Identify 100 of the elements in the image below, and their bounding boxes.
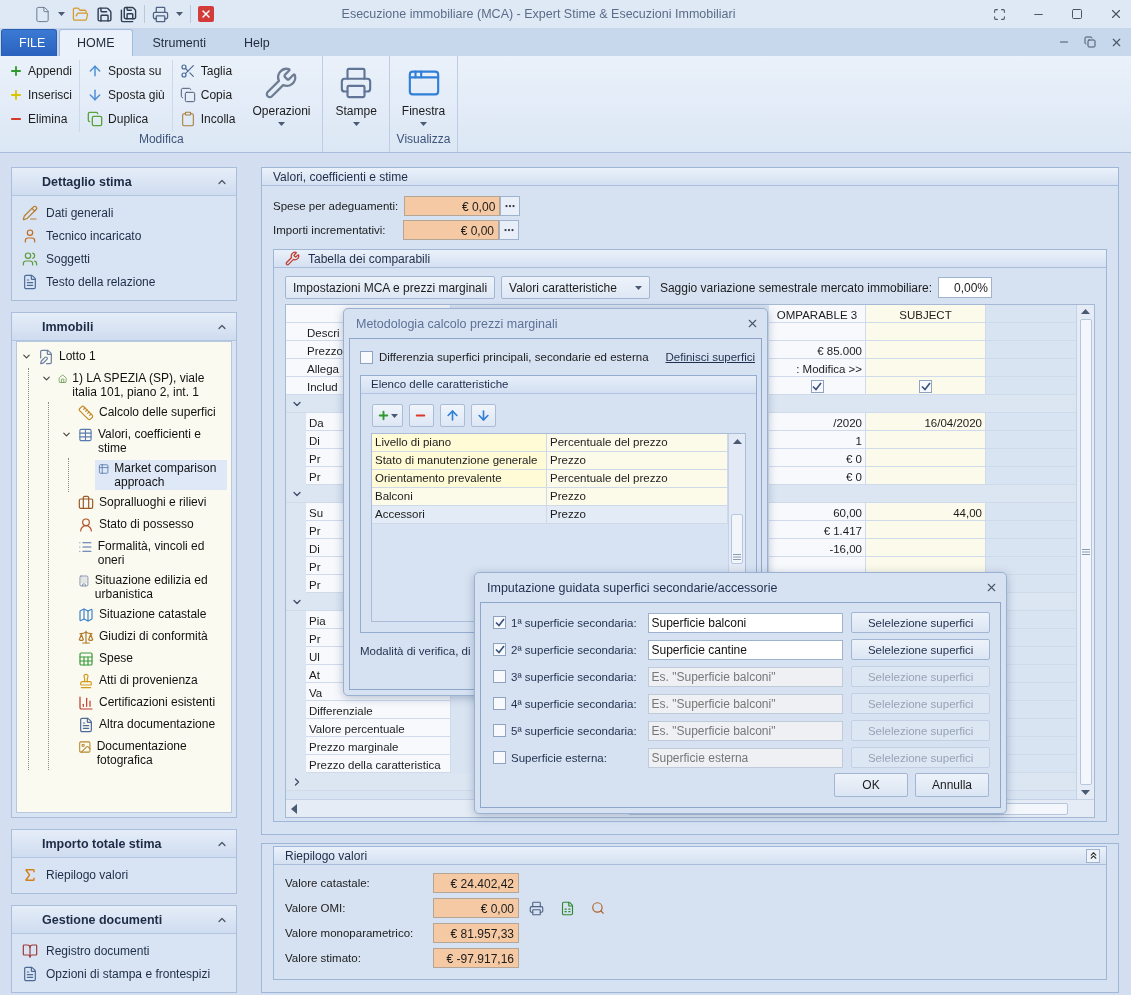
- checkbox[interactable]: [493, 697, 506, 710]
- tree-item[interactable]: Spese: [75, 650, 227, 668]
- list-row[interactable]: Balconi Prezzo: [372, 488, 728, 506]
- ribbon-tab[interactable]: FILE: [1, 29, 57, 56]
- checkbox[interactable]: [493, 751, 506, 764]
- checkbox[interactable]: [493, 724, 506, 737]
- close-icon[interactable]: [746, 317, 759, 330]
- move-down-button[interactable]: [471, 404, 496, 427]
- ribbon-button[interactable]: Incolla: [176, 108, 239, 130]
- sidebar-item[interactable]: Opzioni di stampa e frontespizi: [22, 964, 226, 983]
- tree-item[interactable]: Certificazioni esistenti: [75, 694, 227, 712]
- list-row[interactable]: Livello di piano Percentuale del prezzo: [372, 434, 728, 452]
- ribbon-button[interactable]: Taglia: [176, 60, 239, 82]
- checkbox[interactable]: [360, 350, 373, 364]
- value-field[interactable]: € 0,00: [403, 220, 499, 240]
- input-field[interactable]: 0,00%: [938, 277, 993, 298]
- chevron-down-icon[interactable]: [21, 351, 32, 362]
- scissors-icon: [179, 63, 196, 79]
- chevron-down-icon[interactable]: [41, 373, 52, 384]
- left-arrow-icon[interactable]: [290, 803, 298, 814]
- ribbon-button[interactable]: Finestra: [395, 60, 452, 132]
- list-row[interactable]: Orientamento prevalente Percentuale del prezzo: [372, 470, 728, 488]
- printer-icon[interactable]: [529, 900, 544, 916]
- checkbox[interactable]: [493, 643, 506, 656]
- grip-icon[interactable]: [1081, 549, 1090, 555]
- tree-item[interactable]: Giudizi di conformità: [75, 628, 227, 646]
- add-button[interactable]: [372, 404, 403, 427]
- input-field[interactable]: Superficie balconi: [647, 612, 844, 633]
- collapse-button[interactable]: [1086, 848, 1100, 863]
- tree-item[interactable]: Documentazione fotografica: [75, 738, 227, 768]
- panel-header[interactable]: Dettaglio stima: [12, 168, 236, 196]
- value-field[interactable]: € 0,00: [404, 196, 501, 216]
- close-icon[interactable]: [1109, 7, 1123, 21]
- sidebar-item[interactable]: Registro documenti: [22, 941, 226, 960]
- tree-item[interactable]: Situazione edilizia ed urbanistica: [75, 572, 227, 602]
- maximize-icon[interactable]: [1071, 8, 1083, 20]
- restore-icon[interactable]: [1084, 35, 1096, 49]
- tree-item[interactable]: Formalità, vincoli ed oneri: [75, 538, 227, 568]
- define-surfaces-link[interactable]: Definisci superfici: [665, 351, 755, 363]
- save-icon[interactable]: [96, 5, 113, 23]
- ribbon-button[interactable]: Stampe: [329, 60, 383, 132]
- tree-item[interactable]: Stato di possesso: [75, 516, 227, 534]
- dialog-button[interactable]: Annulla: [915, 773, 989, 797]
- dialog-button[interactable]: OK: [834, 773, 908, 797]
- ribbon-button[interactable]: Sposta su: [84, 60, 168, 82]
- checkbox[interactable]: [810, 380, 824, 393]
- sidebar-item[interactable]: Dati generali: [22, 203, 226, 222]
- tree-item[interactable]: Situazione catastale: [75, 606, 227, 624]
- tree-item[interactable]: Altra documentazione: [75, 716, 227, 734]
- ribbon-button[interactable]: Inserisci: [6, 84, 76, 106]
- input-field[interactable]: Superficie cantine: [647, 639, 844, 660]
- ribbon-tab[interactable]: HOME: [59, 29, 133, 56]
- tree-item[interactable]: Calcolo delle superfici: [75, 404, 227, 422]
- toolbar-button[interactable]: Impostazioni MCA e prezzi marginali: [285, 276, 496, 299]
- magnifier-icon[interactable]: [591, 901, 605, 915]
- grip-icon[interactable]: [733, 554, 741, 560]
- fullscreen-icon[interactable]: [993, 7, 1006, 21]
- checkbox[interactable]: [919, 380, 932, 393]
- sidebar-item[interactable]: Testo della relazione: [22, 272, 226, 291]
- panel-header[interactable]: Immobili: [12, 313, 236, 341]
- close-icon[interactable]: [985, 581, 998, 594]
- sidebar-item[interactable]: Soggetti: [22, 249, 226, 268]
- ribbon-button[interactable]: Elimina: [6, 108, 76, 130]
- ribbon-button[interactable]: Operazioni: [246, 60, 317, 132]
- chevron-down-icon[interactable]: [61, 429, 72, 440]
- tree-item[interactable]: Sopralluoghi e rilievi: [75, 494, 227, 512]
- value-field[interactable]: € -97.917,16: [433, 948, 519, 968]
- tree-item[interactable]: Market comparison approach: [95, 460, 227, 490]
- save-all-icon[interactable]: [120, 5, 137, 23]
- ribbon-button[interactable]: Sposta giù: [84, 84, 168, 106]
- ribbon-tab[interactable]: Help: [226, 29, 288, 56]
- move-up-button[interactable]: [440, 404, 465, 427]
- select-surfaces-button[interactable]: Selelezione superfici: [851, 639, 990, 660]
- sidebar-item[interactable]: Tecnico incaricato: [22, 226, 226, 245]
- checkbox[interactable]: [493, 670, 506, 683]
- value-field[interactable]: € 0,00: [433, 898, 519, 918]
- ribbon-button[interactable]: Appendi: [6, 60, 76, 82]
- panel-header[interactable]: Importo totale stima: [12, 830, 236, 858]
- up-arrow-icon[interactable]: [732, 438, 742, 444]
- value-field[interactable]: € 24.402,42: [433, 873, 519, 893]
- printer-icon[interactable]: [152, 5, 169, 23]
- checkbox[interactable]: [493, 616, 506, 629]
- spreadsheet-icon[interactable]: [560, 900, 575, 916]
- list-row[interactable]: Stato di manutenzione generale Prezzo: [372, 452, 728, 470]
- ribbon-button[interactable]: Duplica: [84, 108, 168, 130]
- panel-header[interactable]: Gestione documenti: [12, 906, 236, 934]
- tree-item[interactable]: Lotto 1: [35, 348, 227, 366]
- tree-item[interactable]: Atti di provenienza: [75, 672, 227, 690]
- scrollbar[interactable]: [1076, 305, 1094, 799]
- select-surfaces-button[interactable]: Selelezione superfici: [851, 612, 990, 633]
- ribbon-tab[interactable]: Strumenti: [134, 29, 224, 56]
- new-file-icon[interactable]: [34, 5, 51, 23]
- value-field[interactable]: € 81.957,33: [433, 923, 519, 943]
- tree-item[interactable]: 1) LA SPEZIA (SP), viale italia 101, piano 2, int. 1: [55, 370, 227, 400]
- tree-item[interactable]: Valori, coefficienti e stime: [75, 426, 227, 456]
- dropdown[interactable]: Valori caratteristiche: [501, 276, 650, 299]
- sidebar-item[interactable]: Riepilogo valori: [22, 865, 226, 884]
- close-icon[interactable]: [198, 6, 214, 22]
- ribbon-button[interactable]: Copia: [176, 84, 239, 106]
- list-row[interactable]: Accessori Prezzo: [372, 506, 728, 524]
